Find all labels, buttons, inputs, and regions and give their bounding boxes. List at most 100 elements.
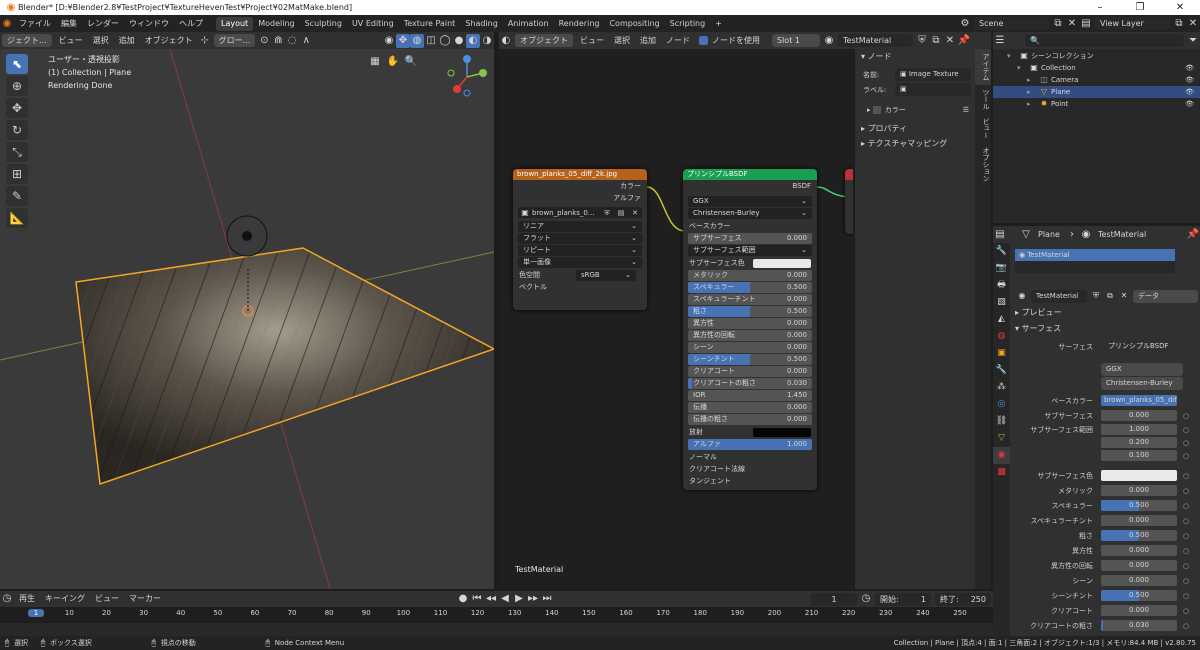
start-frame-field[interactable]: 開始: 1 [875,592,931,606]
use-nodes-checkbox[interactable] [699,36,708,45]
timeline-menu-marker[interactable]: マーカー [124,592,166,606]
minimize-button[interactable]: – [1080,2,1120,13]
principled-bsdf-node[interactable]: プリンシプルBSDF BSDF GGX ⌄ Christensen-Burley ⌄… [683,169,817,490]
material-browse-icon[interactable]: ◉ [1015,289,1029,303]
visibility-icon[interactable]: ◉ [382,34,396,48]
bsdf-vector-input[interactable]: タンジェント [683,475,817,487]
snap-icon[interactable]: ⋒ [271,34,285,48]
surface-shader-field[interactable]: プリンシプルBSDF [1103,340,1179,353]
link-socket-icon[interactable]: ○ [1183,426,1189,434]
link-socket-icon[interactable]: ○ [1183,622,1189,630]
bsdf-vector-input[interactable]: ノーマル [683,451,817,463]
viewport-mode-dropdown[interactable]: ジェクト... [2,34,52,47]
visibility-eye-icon[interactable]: 👁 [1185,74,1194,86]
shading-solid-icon[interactable]: ● [452,34,466,48]
property-value-field[interactable]: 0.000 [1101,410,1177,421]
scene-icon[interactable]: ⚙ [958,17,972,31]
property-value-field[interactable]: 1.000 [1101,424,1177,435]
link-socket-icon[interactable]: ○ [1183,487,1189,495]
annotate-tool-icon[interactable]: ✎ [6,186,28,206]
tab-view[interactable]: ビュー [975,114,991,143]
link-socket-icon[interactable]: ○ [1183,562,1189,570]
node-menu-add[interactable]: 追加 [635,34,661,48]
transform-orientation-icon[interactable]: ⊹ [198,34,212,48]
link-socket-icon[interactable]: ○ [1183,547,1189,555]
outliner-item[interactable]: ▾ ▣ シーンコレクション [993,50,1200,62]
base-color-link-field[interactable]: brown_planks_05_diff... [1101,395,1177,406]
link-dropdown[interactable]: データ [1133,289,1198,303]
timeline-menu-view[interactable]: ビュー [90,592,124,606]
view-layer-field[interactable]: View Layer [1095,17,1170,30]
data-tab-icon[interactable]: ▽ [993,430,1010,447]
overlay-icon[interactable]: ◍ [410,33,424,48]
image-texture-node[interactable]: brown_planks_05_diff_2k.jpg カラー アルファ ▣ b… [513,169,647,310]
viewport-menu-select[interactable]: 選択 [88,34,114,48]
pin-icon[interactable]: 📌 [957,34,971,48]
bsdf-input-row[interactable]: サブサーフェス色 [683,257,817,269]
fake-user-icon[interactable]: ⛨ [915,34,929,48]
prev-key-icon[interactable]: ◂◂ [484,592,498,606]
outliner-search-input[interactable]: 🔍 [1025,34,1184,47]
measure-tool-icon[interactable]: 📐 [6,208,28,228]
object-tab-icon[interactable]: ▣ [993,345,1010,362]
property-value-field[interactable]: 0.100 [1101,450,1177,461]
bsdf-input-row[interactable]: 異方性 0.000 [688,318,812,329]
image-output-color[interactable]: カラー [513,180,647,192]
colorspace-dropdown[interactable]: sRGB ⌄ [576,269,636,281]
image-selector[interactable]: ▣ brown_planks_0... ⛨ ▤ ✕ [518,207,642,218]
bsdf-vector-input[interactable]: クリアコート法線 [683,463,817,475]
image-output-alpha[interactable]: アルファ [513,192,647,204]
material-unlink-icon[interactable]: ✕ [1117,289,1131,303]
outliner-item[interactable]: ▸ ◫ Camera 👁 [993,74,1200,86]
link-socket-icon[interactable]: ○ [1183,577,1189,585]
gizmo-icon[interactable]: ✥ [396,33,410,48]
bsdf-input-row[interactable]: 伝播 0.000 [688,402,812,413]
axis-gizmo[interactable] [445,53,491,99]
material-copy-icon[interactable]: ⧉ [1103,289,1117,303]
bsdf-input-row[interactable]: メタリック 0.000 [688,270,812,281]
view-layer-tab-icon[interactable]: ▧ [993,294,1010,311]
bsdf-input-row[interactable]: クリアコートの粗さ 0.030 [688,378,812,389]
property-value-field[interactable]: 0.000 [1101,545,1177,556]
material-fake-user-icon[interactable]: ⛨ [1089,289,1103,303]
link-socket-icon[interactable]: ○ [1183,607,1189,615]
tab-animation[interactable]: Animation [503,17,554,31]
property-value-field[interactable]: 0.000 [1101,575,1177,586]
scene-tab-icon[interactable]: ◭ [993,311,1010,328]
sss-method-dropdown[interactable]: Christensen-Burley ⌄ [688,208,812,219]
delete-view-layer-icon[interactable]: ✕ [1186,17,1200,31]
visibility-eye-icon[interactable]: 👁 [1185,86,1194,98]
menu-help[interactable]: ヘルプ [174,18,208,29]
outliner-item[interactable]: ▸ ▽ Plane 👁 [993,86,1200,98]
copy-material-icon[interactable]: ⧉ [929,34,943,48]
timeline-menu-keying[interactable]: キーイング [40,592,90,606]
image-fake-user-icon[interactable]: ⛨ [600,206,614,220]
record-icon[interactable]: ● [456,592,470,606]
close-button[interactable]: ✕ [1160,2,1200,13]
properties-section[interactable]: ▸ プロパティ [855,121,975,136]
tab-uv-editing[interactable]: UV Editing [347,17,399,31]
bsdf-input-row[interactable]: 放射 [683,426,817,438]
property-value-field[interactable]: 0.000 [1101,560,1177,571]
bsdf-input-row[interactable]: スペキュラーチント 0.000 [688,294,812,305]
menu-render[interactable]: レンダー [82,18,124,29]
jump-end-icon[interactable]: ⏭ [540,592,554,606]
image-node-title[interactable]: brown_planks_05_diff_2k.jpg [513,169,647,180]
tab-rendering[interactable]: Rendering [554,17,605,31]
bsdf-input-row[interactable]: 異方性の回転 0.000 [688,330,812,341]
image-unlink-icon[interactable]: ✕ [628,206,642,220]
prop-distribution-dropdown[interactable]: GGX [1101,363,1183,376]
blender-menu-icon[interactable]: ◉ [0,17,14,31]
output-tab-icon[interactable]: 🖶 [993,277,1010,294]
bsdf-input-row[interactable]: サブサーフェス範囲 ⌄ [688,245,812,256]
transform-tool-icon[interactable]: ⊞ [6,164,28,184]
select-tool-icon[interactable]: ⬉ [6,54,28,74]
bsdf-input-row[interactable]: IOR 1.450 [688,390,812,401]
node-menu-select[interactable]: 選択 [609,34,635,48]
viewport-menu-view[interactable]: ビュー [54,34,88,48]
link-socket-icon[interactable]: ○ [1183,439,1189,447]
source-dropdown[interactable]: 単一画像 ⌄ [518,257,642,268]
bsdf-input-row[interactable]: サブサーフェス 0.000 [688,233,812,244]
tab-shading[interactable]: Shading [460,17,503,31]
outliner-item[interactable]: ▸ ✹ Point 👁 [993,98,1200,110]
